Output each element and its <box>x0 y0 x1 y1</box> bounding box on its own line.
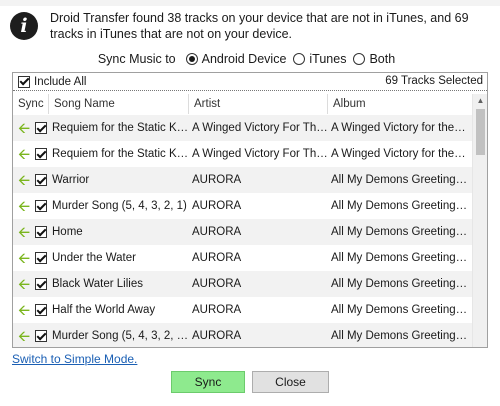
artist-cell: AURORA <box>192 200 242 212</box>
track-list: 🡨Requiem for the Static King,...A Winged… <box>13 115 472 347</box>
vertical-scrollbar[interactable]: ▲ <box>472 94 487 347</box>
switch-to-simple-mode-link[interactable]: Switch to Simple Mode. <box>12 352 137 366</box>
sync-to-label: Sync Music to <box>97 52 176 66</box>
track-checkbox[interactable] <box>35 252 48 264</box>
radio-button[interactable] <box>293 53 306 65</box>
arrow-left-icon: 🡨 <box>18 300 31 319</box>
song-name-cell: Black Water Lilies <box>52 278 143 290</box>
radio-label: Both <box>369 52 396 66</box>
background-window-strip <box>0 0 500 6</box>
album-cell: All My Demons Greeting Me... <box>331 200 468 212</box>
include-all-label: Include All <box>34 75 87 88</box>
table-row[interactable]: 🡨Requiem for the Static King,...A Winged… <box>13 141 472 167</box>
song-name-cell: Murder Song (5, 4, 3, 2, 1) [A... <box>52 330 189 342</box>
arrow-left-icon: 🡨 <box>18 326 31 345</box>
track-checkbox[interactable] <box>35 330 48 342</box>
arrow-left-icon: 🡨 <box>18 248 31 267</box>
radio-label: iTunes <box>309 52 347 66</box>
radio-button[interactable] <box>353 53 366 65</box>
table-row[interactable]: 🡨 Black Water Lilies AURORA All My Demons G… <box>13 271 472 297</box>
album-cell: All My Demons Greeting Me... <box>331 174 468 186</box>
column-header-sync[interactable]: Sync <box>13 94 49 114</box>
info-icon: i <box>10 12 38 40</box>
album-cell: A Winged Victory for the Sull... <box>331 148 468 160</box>
table-row[interactable]: 🡨 Half the World Away AURORA All My Demons … <box>13 297 472 323</box>
sync-cell: 🡨 <box>13 222 49 241</box>
sync-cell: 🡨 <box>13 248 49 267</box>
arrow-left-icon: 🡨 <box>18 144 31 163</box>
sync-cell: 🡨 <box>13 118 49 137</box>
track-checkbox[interactable] <box>35 122 48 134</box>
sync-cell: 🡨 <box>13 326 49 345</box>
song-name-cell: Requiem for the Static King,... <box>52 148 189 160</box>
album-cell: All My Demons Greeting Me... <box>331 304 468 316</box>
table-row[interactable]: 🡨 Murder Song (5, 4, 3, 2, 1) AURORA All My… <box>13 193 472 219</box>
scrollbar-thumb[interactable] <box>476 109 485 155</box>
artist-cell: AURORA <box>192 330 242 342</box>
table-row[interactable]: 🡨 Under the Water AURORA All My Demons Gree… <box>13 245 472 271</box>
song-name-cell: Half the World Away <box>52 304 156 316</box>
close-button[interactable]: Close <box>252 371 329 393</box>
sync-button[interactable]: Sync <box>171 371 245 393</box>
include-all-checkbox[interactable] <box>18 75 30 88</box>
album-cell: A Winged Victory for the Sull... <box>331 122 468 134</box>
track-checkbox[interactable] <box>35 200 48 212</box>
tracks-panel: Include All 69 Tracks Selected Sync Song… <box>12 72 488 348</box>
track-checkbox[interactable] <box>35 148 48 160</box>
sync-to-row: Sync Music to Android Device iTunes Both <box>0 52 500 66</box>
table-row[interactable]: 🡨 Home AURORA All My Demons Greeting Me... <box>13 219 472 245</box>
artist-cell: A Winged Victory For The Sull... <box>192 122 328 134</box>
track-checkbox[interactable] <box>35 226 48 238</box>
song-name-cell: Requiem for the Static King,... <box>52 122 189 134</box>
column-header-artist[interactable]: Artist <box>189 94 328 114</box>
artist-cell: AURORA <box>192 174 242 186</box>
tracks-selected-count: 69 Tracks Selected <box>385 75 483 87</box>
album-cell: All My Demons Greeting Me... <box>331 330 468 342</box>
album-cell: All My Demons Greeting Me... <box>331 252 468 264</box>
table-row[interactable]: 🡨 Murder Song (5, 4, 3, 2, 1) [A...AURORA… <box>13 323 472 347</box>
artist-cell: AURORA <box>192 226 242 238</box>
artist-cell: AURORA <box>192 278 242 290</box>
sync-cell: 🡨 <box>13 144 49 163</box>
sync-cell: 🡨 <box>13 170 49 189</box>
album-cell: All My Demons Greeting Me... <box>331 226 468 238</box>
column-header-album[interactable]: Album <box>328 94 472 114</box>
table-row[interactable]: 🡨 Warrior AURORA All My Demons Greeting Me.… <box>13 167 472 193</box>
radio-both[interactable]: Both <box>353 52 395 66</box>
table-header: Sync Song Name Artist Album <box>13 94 472 114</box>
sync-cell: 🡨 <box>13 274 49 293</box>
sync-cell: 🡨 <box>13 300 49 319</box>
track-checkbox[interactable] <box>35 304 48 316</box>
track-checkbox[interactable] <box>35 174 48 186</box>
column-header-song-name[interactable]: Song Name <box>49 94 189 114</box>
track-checkbox[interactable] <box>35 278 48 290</box>
sync-cell: 🡨 <box>13 196 49 215</box>
info-message: Droid Transfer found 38 tracks on your d… <box>50 11 469 41</box>
album-cell: All My Demons Greeting Me... <box>331 278 468 290</box>
arrow-left-icon: 🡨 <box>18 118 31 137</box>
song-name-cell: Murder Song (5, 4, 3, 2, 1) <box>52 200 187 212</box>
info-header: i Droid Transfer found 38 tracks on your… <box>10 10 490 42</box>
table-row[interactable]: 🡨Requiem for the Static King,...A Winged… <box>13 115 472 141</box>
radio-itunes[interactable]: iTunes <box>293 52 346 66</box>
song-name-cell: Under the Water <box>52 252 136 264</box>
radio-android-device[interactable]: Android Device <box>185 52 287 66</box>
arrow-left-icon: 🡨 <box>18 196 31 215</box>
artist-cell: AURORA <box>192 304 242 316</box>
artist-cell: AURORA <box>192 252 242 264</box>
radio-button-checked[interactable] <box>185 53 198 65</box>
artist-cell: A Winged Victory For The Sull... <box>192 148 328 160</box>
radio-label: Android Device <box>201 52 287 66</box>
include-all-row[interactable]: Include All 69 Tracks Selected <box>13 73 487 91</box>
scroll-up-icon[interactable]: ▲ <box>473 96 487 105</box>
arrow-left-icon: 🡨 <box>18 170 31 189</box>
song-name-cell: Warrior <box>52 174 90 186</box>
song-name-cell: Home <box>52 226 83 238</box>
arrow-left-icon: 🡨 <box>18 274 31 293</box>
arrow-left-icon: 🡨 <box>18 222 31 241</box>
